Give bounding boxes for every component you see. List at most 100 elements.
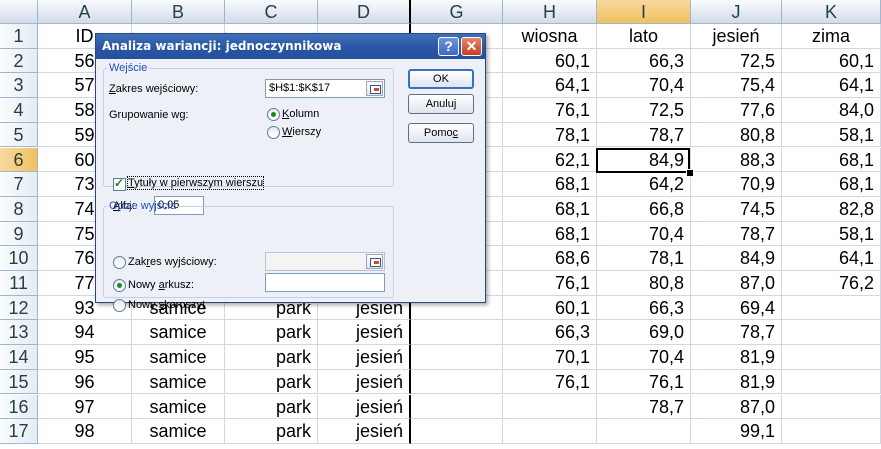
cell-d17[interactable]: jesień [318, 419, 411, 444]
row-header-17[interactable]: 17 [0, 419, 38, 444]
row-header-12[interactable]: 12 [0, 295, 38, 321]
cell-h15[interactable]: 76,1 [503, 369, 597, 395]
cell-k8[interactable]: 82,8 [782, 196, 881, 222]
cell-j16[interactable]: 87,0 [691, 394, 782, 420]
cell-c15[interactable]: park [225, 369, 318, 395]
cell-j2[interactable]: 72,5 [691, 48, 782, 74]
cell-k17[interactable] [782, 419, 881, 444]
cell-h14[interactable]: 70,1 [503, 345, 597, 370]
cell-j5[interactable]: 80,8 [691, 122, 782, 148]
cell-g15[interactable] [411, 369, 503, 395]
cell-c14[interactable]: park [225, 345, 318, 370]
cell-k2[interactable]: 60,1 [782, 48, 881, 74]
column-header-g[interactable]: G [411, 0, 503, 24]
cell-h10[interactable]: 68,6 [503, 246, 597, 271]
cell-k6[interactable]: 68,1 [782, 147, 881, 173]
cell-i9[interactable]: 70,4 [597, 221, 691, 247]
cell-g17[interactable] [411, 419, 503, 444]
cell-g14[interactable] [411, 345, 503, 370]
cell-g13[interactable] [411, 320, 503, 346]
row-header-8[interactable]: 8 [0, 196, 38, 222]
cell-h11[interactable]: 76,1 [503, 271, 597, 296]
cell-k14[interactable] [782, 345, 881, 370]
cell-k12[interactable] [782, 295, 881, 321]
column-header-k[interactable]: K [782, 0, 881, 24]
cell-j7[interactable]: 70,9 [691, 172, 782, 197]
output-range-field[interactable] [265, 252, 385, 271]
input-range-field[interactable]: $H$1:$K$17 [265, 79, 385, 98]
cell-h7[interactable]: 68,1 [503, 172, 597, 197]
cell-k11[interactable]: 76,2 [782, 271, 881, 296]
cell-j1[interactable]: jesień [691, 24, 782, 49]
columns-radio[interactable] [267, 108, 280, 121]
cell-d13[interactable]: jesień [318, 320, 411, 346]
fill-handle[interactable] [686, 169, 694, 177]
cell-j6[interactable]: 88,3 [691, 147, 782, 173]
cell-h4[interactable]: 76,1 [503, 98, 597, 123]
cell-j17[interactable]: 99,1 [691, 419, 782, 444]
select-all-corner[interactable] [0, 0, 38, 24]
help-title-button[interactable]: ? [438, 37, 459, 56]
cell-j13[interactable]: 78,7 [691, 320, 782, 346]
cell-k1[interactable]: zima [782, 24, 881, 49]
cell-k15[interactable] [782, 369, 881, 395]
cell-j9[interactable]: 78,7 [691, 221, 782, 247]
cell-b15[interactable]: samice [132, 369, 225, 395]
cell-h2[interactable]: 60,1 [503, 48, 597, 74]
cell-i8[interactable]: 66,8 [597, 196, 691, 222]
column-header-c[interactable]: C [225, 0, 318, 24]
row-header-5[interactable]: 5 [0, 122, 38, 148]
labels-first-row-checkbox[interactable] [113, 176, 126, 191]
column-header-h[interactable]: H [503, 0, 597, 24]
cell-h17[interactable] [503, 419, 597, 444]
row-header-1[interactable]: 1 [0, 24, 38, 49]
cell-i14[interactable]: 70,4 [597, 345, 691, 370]
row-header-16[interactable]: 16 [0, 394, 38, 420]
column-header-d[interactable]: D [318, 0, 411, 24]
row-header-3[interactable]: 3 [0, 73, 38, 99]
cell-i1[interactable]: lato [597, 24, 691, 49]
cell-k10[interactable]: 64,1 [782, 246, 881, 271]
cell-k9[interactable]: 58,1 [782, 221, 881, 247]
cell-a17[interactable]: 98 [38, 419, 132, 444]
row-header-11[interactable]: 11 [0, 271, 38, 296]
cell-i17[interactable] [597, 419, 691, 444]
cell-k3[interactable]: 64,1 [782, 73, 881, 99]
row-header-13[interactable]: 13 [0, 320, 38, 346]
cell-b13[interactable]: samice [132, 320, 225, 346]
cell-g16[interactable] [411, 394, 503, 420]
output-range-select-icon[interactable] [366, 254, 383, 269]
cell-i4[interactable]: 72,5 [597, 98, 691, 123]
row-header-14[interactable]: 14 [0, 345, 38, 370]
cancel-button[interactable]: Anuluj [408, 94, 474, 114]
ok-button[interactable]: OK [408, 69, 474, 89]
row-header-2[interactable]: 2 [0, 48, 38, 74]
dialog-title-bar[interactable]: Analiza wariancji: jednoczynnikowa ? ✕ [96, 34, 485, 59]
cell-i13[interactable]: 69,0 [597, 320, 691, 346]
rows-radio[interactable] [267, 126, 280, 139]
new-workbook-radio[interactable] [113, 299, 126, 312]
cell-j15[interactable]: 81,9 [691, 369, 782, 395]
cell-j4[interactable]: 77,6 [691, 98, 782, 123]
cell-b16[interactable]: samice [132, 394, 225, 420]
cell-j11[interactable]: 87,0 [691, 271, 782, 296]
cell-a14[interactable]: 95 [38, 345, 132, 370]
cell-h9[interactable]: 68,1 [503, 221, 597, 247]
cell-i7[interactable]: 64,2 [597, 172, 691, 197]
cell-b14[interactable]: samice [132, 345, 225, 370]
cell-i6[interactable]: 84,9 [597, 147, 691, 173]
new-sheet-radio[interactable] [113, 279, 126, 292]
cell-j12[interactable]: 69,4 [691, 295, 782, 321]
cell-i12[interactable]: 66,3 [597, 295, 691, 321]
cell-k5[interactable]: 58,1 [782, 122, 881, 148]
cell-i15[interactable]: 76,1 [597, 369, 691, 395]
cell-d16[interactable]: jesień [318, 394, 411, 420]
cell-h8[interactable]: 68,1 [503, 196, 597, 222]
cell-i5[interactable]: 78,7 [597, 122, 691, 148]
cell-c16[interactable]: park [225, 394, 318, 420]
cell-d14[interactable]: jesień [318, 345, 411, 370]
cell-h16[interactable] [503, 394, 597, 420]
row-header-6[interactable]: 6 [0, 147, 38, 173]
cell-i10[interactable]: 78,1 [597, 246, 691, 271]
cell-h12[interactable]: 60,1 [503, 295, 597, 321]
